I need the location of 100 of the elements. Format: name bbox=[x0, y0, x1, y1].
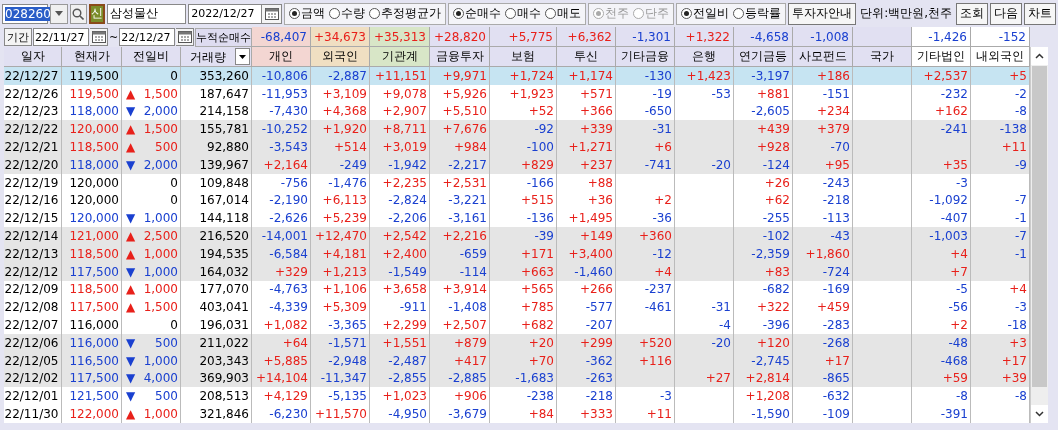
toolbar-button[interactable]: 조회 bbox=[956, 2, 988, 25]
search-button[interactable] bbox=[69, 3, 88, 24]
change-value: 1,500 bbox=[143, 300, 178, 315]
investor-guide-button[interactable]: 투자자안내 bbox=[788, 2, 857, 25]
price-cell: 121,500 bbox=[62, 387, 122, 406]
volume-cell: 403,041 bbox=[181, 298, 252, 317]
change-arrow: ▲ bbox=[126, 140, 136, 155]
table-cell: +5,309 bbox=[311, 298, 370, 317]
total-cell: -1,426 bbox=[912, 27, 971, 47]
radio-button[interactable] bbox=[453, 8, 465, 19]
table-cell: +9,971 bbox=[430, 67, 490, 85]
radio-option[interactable]: 순매수 bbox=[453, 5, 502, 22]
table-cell: -218 bbox=[557, 387, 616, 406]
change-arrow: ▼ bbox=[126, 353, 136, 368]
total-cell: -1,301 bbox=[616, 27, 675, 47]
table-cell: -3,679 bbox=[430, 405, 490, 423]
volume-cell: 144,118 bbox=[181, 209, 252, 228]
volume-cell: 353,260 bbox=[181, 67, 252, 85]
date-field[interactable]: 2022/12/27 bbox=[188, 3, 263, 24]
volume-cell: 216,520 bbox=[181, 227, 252, 245]
date-cell: 22/12/14 bbox=[4, 227, 62, 245]
radio-button[interactable] bbox=[681, 8, 693, 19]
toolbar-button[interactable]: 다음 bbox=[990, 2, 1022, 25]
table-cell: +339 bbox=[557, 120, 616, 139]
column-header[interactable]: 내외국인 bbox=[971, 47, 1030, 67]
column-header[interactable]: 투신 bbox=[557, 47, 616, 67]
table-cell: -130 bbox=[616, 67, 675, 85]
column-header[interactable]: 전일비 bbox=[122, 47, 181, 67]
table-cell: -4,339 bbox=[252, 298, 311, 317]
dropdown-button[interactable] bbox=[50, 3, 68, 24]
change-arrow: ▼ bbox=[126, 264, 136, 279]
table-cell: +459 bbox=[793, 298, 853, 317]
toolbar-button[interactable]: 차트 bbox=[1024, 2, 1056, 25]
column-header[interactable]: 금융투자 bbox=[430, 47, 490, 67]
radio-option[interactable]: 등락률 bbox=[733, 5, 782, 22]
table-cell: -56 bbox=[912, 298, 971, 317]
change-value: 4,000 bbox=[143, 371, 178, 386]
column-header[interactable]: 기타법인 bbox=[912, 47, 971, 67]
column-header[interactable]: 기관계 bbox=[370, 47, 430, 67]
radio-label: 등락률 bbox=[745, 5, 782, 22]
radio-option[interactable]: 추정평균가 bbox=[369, 5, 442, 22]
total-cell: -68,407 bbox=[252, 27, 311, 47]
radio-option[interactable]: 금액 bbox=[289, 5, 326, 22]
calendar-icon[interactable] bbox=[264, 7, 279, 20]
table-cell: -1,408 bbox=[430, 298, 490, 317]
range-separator: ~ bbox=[109, 30, 119, 44]
column-header[interactable]: 개인 bbox=[252, 47, 311, 67]
column-header[interactable]: 현재가 bbox=[62, 47, 122, 67]
change-value: 1,000 bbox=[143, 264, 178, 279]
radio-option[interactable]: 전일비 bbox=[681, 5, 730, 22]
column-header[interactable]: 국가 bbox=[853, 47, 912, 67]
table-cell: -6,230 bbox=[252, 405, 311, 423]
scrollbar-thumb[interactable] bbox=[1032, 66, 1047, 387]
radio-option[interactable]: 매도 bbox=[545, 5, 582, 22]
radio-button[interactable] bbox=[369, 8, 381, 19]
table-cell: -2,887 bbox=[311, 67, 370, 85]
total-cell: +5,775 bbox=[490, 27, 557, 47]
column-header[interactable]: 사모펀드 bbox=[793, 47, 853, 67]
table-cell: -70 bbox=[793, 138, 853, 156]
end-date-field[interactable]: 22/12/27 bbox=[119, 28, 176, 46]
radio-button[interactable] bbox=[733, 8, 745, 19]
table-cell: +360 bbox=[616, 227, 675, 245]
table-cell: -92 bbox=[490, 120, 557, 139]
table-cell: +11 bbox=[971, 138, 1030, 156]
radio-button[interactable] bbox=[505, 8, 517, 19]
table-cell: -3,365 bbox=[311, 316, 370, 334]
scrollbar[interactable] bbox=[1030, 47, 1048, 423]
change-value: 2,000 bbox=[143, 157, 178, 172]
table-cell: -14,001 bbox=[252, 227, 311, 245]
price-cell: 117,500 bbox=[62, 298, 122, 317]
calendar-icon[interactable] bbox=[177, 31, 192, 43]
scroll-down-button[interactable] bbox=[1031, 404, 1048, 423]
change-arrow: ▼ bbox=[126, 157, 136, 172]
table-cell: +906 bbox=[430, 387, 490, 406]
radio-button[interactable] bbox=[289, 8, 301, 19]
column-header[interactable]: 은행 bbox=[675, 47, 734, 67]
price-cell: 119,500 bbox=[62, 67, 122, 85]
table-cell: +5,239 bbox=[311, 209, 370, 228]
column-header[interactable]: 보험 bbox=[490, 47, 557, 67]
stock-code-field[interactable]: 028260 bbox=[2, 3, 48, 24]
column-header[interactable]: 외국인 bbox=[311, 47, 370, 67]
total-cell: +35,313 bbox=[370, 27, 430, 47]
column-header[interactable]: 일자 bbox=[4, 47, 62, 67]
scroll-up-button[interactable] bbox=[1031, 47, 1048, 65]
radio-button[interactable] bbox=[545, 8, 557, 19]
change-arrow: ▲ bbox=[126, 282, 136, 297]
table-cell: -238 bbox=[490, 387, 557, 406]
radio-option[interactable]: 매수 bbox=[505, 5, 542, 22]
stock-name-field[interactable]: 삼성물산 bbox=[107, 3, 187, 24]
radio-label: 매도 bbox=[557, 5, 582, 22]
column-header[interactable]: 기타금융 bbox=[616, 47, 675, 67]
radio-button[interactable] bbox=[329, 8, 341, 19]
column-header[interactable]: 연기금등 bbox=[734, 47, 793, 67]
price-cell: 122,000 bbox=[62, 405, 122, 423]
radio-option[interactable]: 수량 bbox=[329, 5, 366, 22]
start-date-field[interactable]: 22/11/27 bbox=[33, 28, 89, 46]
price-cell: 120,000 bbox=[62, 209, 122, 228]
date-cell: 22/12/27 bbox=[4, 67, 62, 85]
calendar-icon[interactable] bbox=[91, 31, 106, 43]
dropdown-button[interactable] bbox=[235, 48, 250, 65]
